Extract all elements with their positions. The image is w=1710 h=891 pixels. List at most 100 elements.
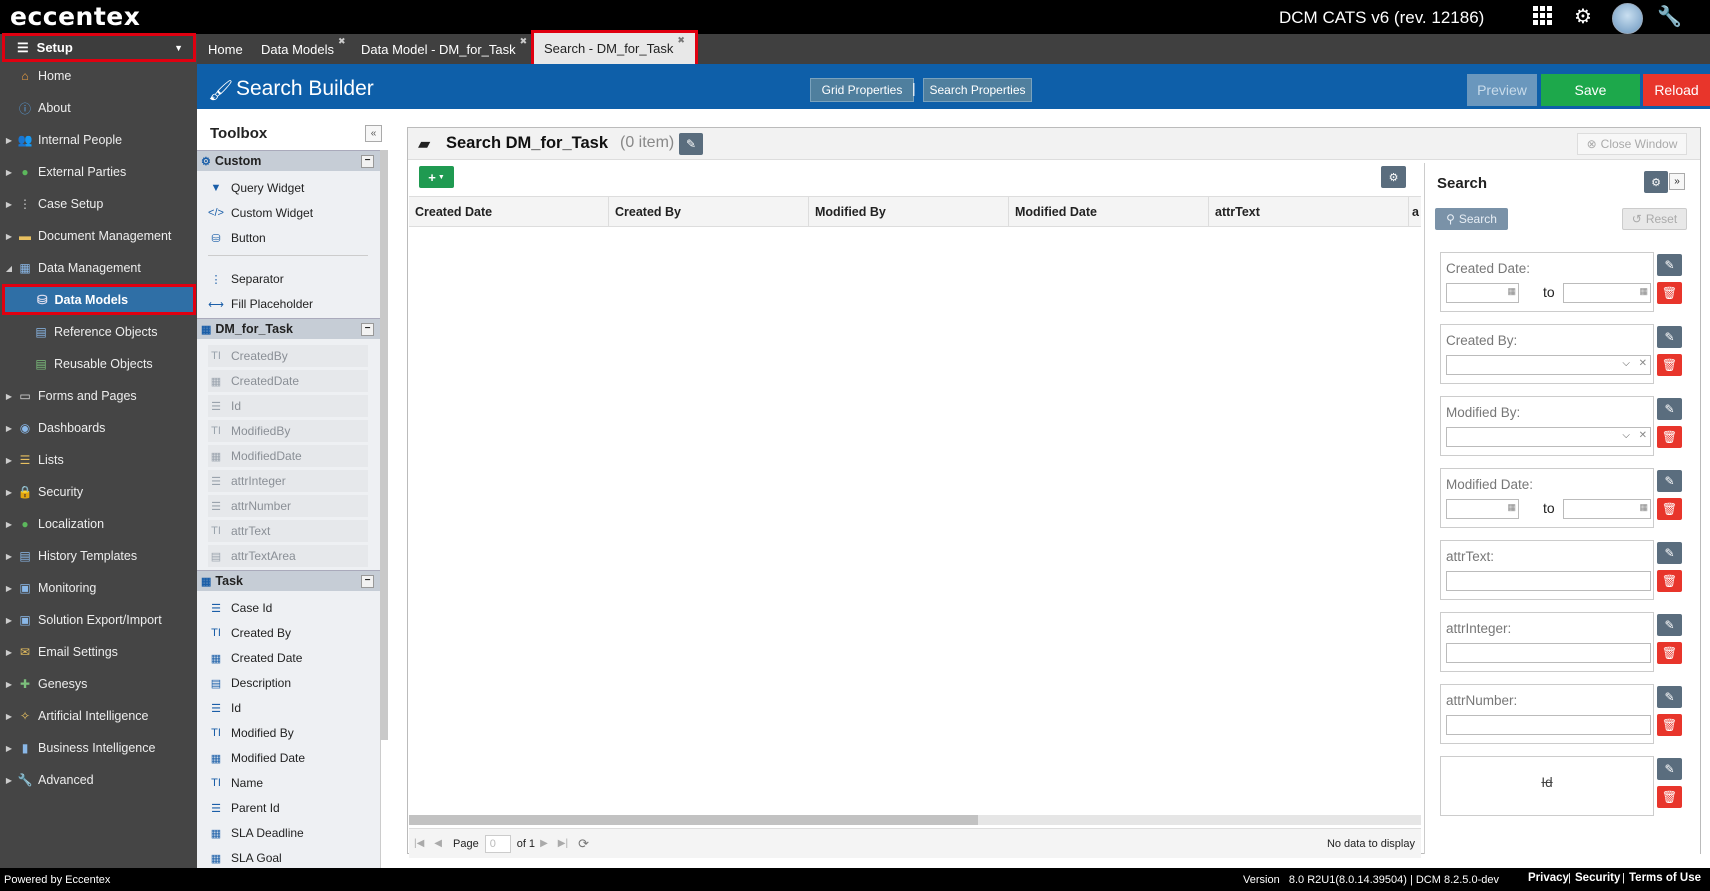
edit-field-button[interactable]: ✎: [1657, 686, 1682, 708]
sidebar-item-business-intelligence[interactable]: ▶ ▮ Business Intelligence: [0, 733, 197, 763]
delete-field-button[interactable]: 🗑: [1657, 570, 1682, 592]
column-header-created-date[interactable]: Created Date: [409, 196, 609, 227]
sidebar-item-reusable-objects[interactable]: ▤ Reusable Objects: [0, 349, 197, 379]
avatar[interactable]: [1612, 3, 1643, 34]
toolbox-item-modified-date[interactable]: ▦ Modified Date: [208, 747, 368, 769]
apps-grid-icon[interactable]: [1530, 5, 1554, 29]
toolbox-item-createddate[interactable]: ▦ CreatedDate: [208, 370, 368, 392]
toolbox-item-custom-widget[interactable]: </> Custom Widget: [208, 202, 368, 224]
close-icon[interactable]: ✖: [520, 36, 528, 47]
group-dm-for-task[interactable]: ▦ DM_for_Task −: [197, 318, 380, 339]
delete-field-button[interactable]: 🗑: [1657, 354, 1682, 376]
sidebar-item-case-setup[interactable]: ▶ ⋮ Case Setup: [0, 189, 197, 219]
close-icon[interactable]: ✖: [338, 36, 346, 47]
toolbox-item-parent-id[interactable]: ☰ Parent Id: [208, 797, 368, 819]
sidebar-item-history-templates[interactable]: ▶ ▤ History Templates: [0, 541, 197, 571]
sidebar-item-reference-objects[interactable]: ▤ Reference Objects: [0, 317, 197, 347]
tab-data-models[interactable]: Data Models ✖: [251, 34, 356, 64]
sidebar-item-email-settings[interactable]: ▶ ✉ Email Settings: [0, 637, 197, 667]
toolbox-item-attrnumber[interactable]: ☰ attrNumber: [208, 495, 368, 517]
edit-field-button[interactable]: ✎: [1657, 326, 1682, 348]
edit-field-button[interactable]: ✎: [1657, 254, 1682, 276]
sidebar-item-solution-export-import[interactable]: ▶ ▣ Solution Export/Import: [0, 605, 197, 635]
delete-field-button[interactable]: 🗑: [1657, 426, 1682, 448]
terms-of-use-link[interactable]: Terms of Use: [1629, 872, 1701, 884]
tab-home[interactable]: Home: [198, 34, 253, 64]
collapse-group-icon[interactable]: −: [361, 322, 374, 336]
sidebar-item-internal-people[interactable]: ▶ 👥 Internal People: [0, 125, 197, 155]
gear-icon[interactable]: ⚙: [1571, 5, 1595, 29]
group-custom[interactable]: ⚙ Custom −: [197, 150, 380, 171]
sidebar-item-artificial-intelligence[interactable]: ▶ ✧ Artificial Intelligence: [0, 701, 197, 731]
grid-settings-button[interactable]: ⚙: [1381, 166, 1406, 188]
toolbox-item-modifieddate[interactable]: ▦ ModifiedDate: [208, 445, 368, 467]
chevron-down-icon[interactable]: ⌵: [1622, 358, 1630, 369]
attrnumber-input[interactable]: [1446, 715, 1651, 735]
sidebar-item-lists[interactable]: ▶ ☰ Lists: [0, 445, 197, 475]
clear-icon[interactable]: ✕: [1639, 430, 1647, 441]
column-header-truncated[interactable]: a: [1409, 196, 1421, 227]
delete-field-button[interactable]: 🗑: [1657, 282, 1682, 304]
collapse-group-icon[interactable]: −: [361, 574, 374, 588]
reload-button[interactable]: Reload: [1643, 74, 1710, 106]
column-header-modified-date[interactable]: Modified Date: [1009, 196, 1209, 227]
collapse-search-button[interactable]: »: [1669, 173, 1685, 190]
privacy-link[interactable]: Privacy: [1528, 872, 1569, 884]
page-input[interactable]: 0: [484, 834, 511, 853]
save-button[interactable]: Save: [1541, 74, 1640, 106]
created-by-combo[interactable]: ⌵ ✕: [1446, 355, 1651, 375]
sidebar-item-data-management[interactable]: ◢ ▦ Data Management: [0, 253, 197, 283]
sidebar-item-data-models[interactable]: ⛁ Data Models: [2, 284, 196, 315]
toolbox-item-sla-goal[interactable]: ▦ SLA Goal: [208, 847, 368, 869]
delete-field-button[interactable]: 🗑: [1657, 786, 1682, 808]
sidebar-item-external-parties[interactable]: ▶ ● External Parties: [0, 157, 197, 187]
toolbox-item-description[interactable]: ▤ Description: [208, 672, 368, 694]
reset-button[interactable]: ↺ Reset: [1622, 208, 1687, 230]
toolbox-item-separator[interactable]: ⋮ Separator: [208, 268, 368, 290]
toolbox-item-sla-deadline[interactable]: ▦ SLA Deadline: [208, 822, 368, 844]
calendar-icon[interactable]: ▦: [1507, 286, 1516, 297]
search-properties-button[interactable]: Search Properties: [923, 78, 1032, 102]
toolbox-item-attrinteger[interactable]: ☰ attrInteger: [208, 470, 368, 492]
add-button[interactable]: + ▼: [419, 166, 454, 188]
toolbox-item-attrtext[interactable]: TI attrText: [208, 520, 368, 542]
grid-properties-button[interactable]: Grid Properties: [810, 78, 914, 102]
close-window-button[interactable]: ⊗ Close Window: [1577, 133, 1687, 155]
delete-field-button[interactable]: 🗑: [1657, 642, 1682, 664]
toolbox-item-modifiedby[interactable]: TI ModifiedBy: [208, 420, 368, 442]
sidebar-item-monitoring[interactable]: ▶ ▣ Monitoring: [0, 573, 197, 603]
sidebar-item-genesys[interactable]: ▶ ✚ Genesys: [0, 669, 197, 699]
toolbox-item-case-id[interactable]: ☰ Case Id: [208, 597, 368, 619]
toolbox-item-attrtextarea[interactable]: ▤ attrTextArea: [208, 545, 368, 567]
next-page-icon[interactable]: ▶: [540, 838, 548, 849]
sidebar-item-home[interactable]: ⌂ Home: [0, 61, 197, 91]
edit-field-button[interactable]: ✎: [1657, 470, 1682, 492]
toolbox-item-fill-placeholder[interactable]: ⟷ Fill Placeholder: [208, 293, 368, 315]
edit-field-button[interactable]: ✎: [1657, 614, 1682, 636]
tab-search-dm-for-task[interactable]: Search - DM_for_Task ✖: [531, 30, 698, 64]
attrinteger-input[interactable]: [1446, 643, 1651, 663]
search-button[interactable]: ⚲ Search: [1435, 208, 1508, 230]
search-settings-button[interactable]: ⚙: [1644, 171, 1668, 193]
modified-date-from-input[interactable]: ▦: [1446, 499, 1519, 519]
created-date-to-input[interactable]: ▦: [1563, 283, 1651, 303]
modified-by-combo[interactable]: ⌵ ✕: [1446, 427, 1651, 447]
tab-data-model-dm-for-task[interactable]: Data Model - DM_for_Task ✖: [351, 34, 537, 64]
first-page-icon[interactable]: |◀: [414, 838, 424, 849]
edit-field-button[interactable]: ✎: [1657, 758, 1682, 780]
toolbox-item-createdby[interactable]: TI CreatedBy: [208, 345, 368, 367]
created-date-from-input[interactable]: ▦: [1446, 283, 1519, 303]
sidebar-item-security[interactable]: ▶ 🔒 Security: [0, 477, 197, 507]
toolbox-item-created-date[interactable]: ▦ Created Date: [208, 647, 368, 669]
sidebar-item-advanced[interactable]: ▶ 🔧 Advanced: [0, 765, 197, 795]
column-header-created-by[interactable]: Created By: [609, 196, 809, 227]
last-page-icon[interactable]: ▶|: [558, 838, 568, 849]
sidebar-item-localization[interactable]: ▶ ● Localization: [0, 509, 197, 539]
edit-field-button[interactable]: ✎: [1657, 542, 1682, 564]
collapse-group-icon[interactable]: −: [361, 154, 374, 168]
column-header-modified-by[interactable]: Modified By: [809, 196, 1009, 227]
delete-field-button[interactable]: 🗑: [1657, 714, 1682, 736]
scrollbar-thumb[interactable]: [409, 815, 978, 825]
wrench-icon[interactable]: 🔧: [1657, 5, 1682, 29]
delete-field-button[interactable]: 🗑: [1657, 498, 1682, 520]
